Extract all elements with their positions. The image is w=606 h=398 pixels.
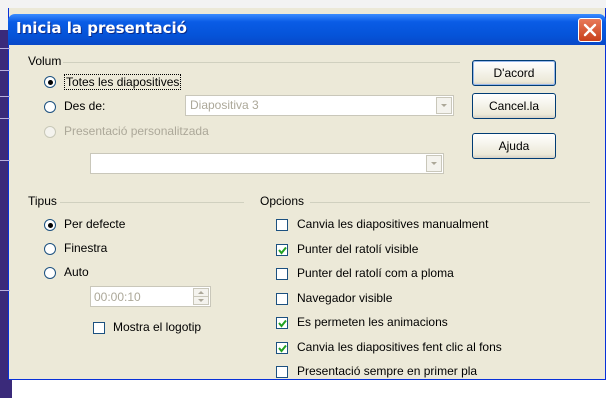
background-window-marks	[0, 0, 12, 398]
option-checkbox[interactable]	[276, 366, 288, 378]
from-slide-value: Diapositiva 3	[190, 98, 259, 112]
option-label[interactable]: Punter del ratolí com a ploma	[297, 266, 454, 280]
radio-from[interactable]	[44, 101, 56, 113]
tipus-group-label: Tipus	[26, 194, 59, 208]
radio-default[interactable]	[44, 219, 56, 231]
option-label[interactable]: Es permeten les animacions	[297, 315, 448, 329]
chevron-down-icon	[431, 162, 437, 165]
auto-time-value: 00:00:10	[94, 290, 141, 304]
option-checkbox[interactable]	[276, 317, 288, 329]
option-checkbox[interactable]	[276, 293, 288, 305]
all-slides-label[interactable]: Totes les diapositives	[64, 74, 182, 90]
volum-group-line	[62, 62, 460, 63]
option-label[interactable]: Punter del ratolí visible	[297, 242, 418, 256]
volum-group-label: Volum	[26, 54, 64, 68]
close-icon	[583, 23, 597, 37]
stepper-arrows-icon	[194, 291, 208, 302]
opcions-group-label: Opcions	[258, 194, 307, 208]
tipus-group-line	[60, 202, 244, 203]
from-label[interactable]: Des de:	[64, 99, 105, 113]
custom-show-label: Presentació personalitzada	[64, 124, 209, 138]
close-button[interactable]	[578, 18, 602, 42]
option-label[interactable]: Canvia les diapositives fent clic al fon…	[297, 340, 502, 354]
option-label[interactable]: Navegador visible	[297, 291, 392, 305]
help-button[interactable]: Ajuda	[472, 133, 556, 159]
default-label[interactable]: Per defecte	[64, 217, 125, 231]
show-logo-label[interactable]: Mostra el logotip	[113, 320, 201, 334]
radio-window[interactable]	[44, 243, 56, 255]
from-dropdown-button[interactable]	[436, 97, 452, 114]
chevron-down-icon	[441, 104, 447, 107]
option-label[interactable]: Presentació sempre en primer pla	[297, 364, 477, 378]
option-label[interactable]: Canvia les diapositives manualment	[297, 217, 488, 231]
window-label[interactable]: Finestra	[64, 241, 107, 255]
cancel-button[interactable]: Cancel.la	[472, 93, 556, 119]
stepper-buttons[interactable]	[193, 288, 209, 305]
option-checkbox[interactable]	[276, 244, 288, 256]
radio-auto[interactable]	[44, 267, 56, 279]
from-slide-dropdown[interactable]: Diapositiva 3	[185, 95, 454, 116]
radio-custom-show[interactable]	[44, 126, 56, 138]
radio-all-slides[interactable]	[44, 76, 56, 88]
option-checkbox[interactable]	[276, 342, 288, 354]
opcions-group-line	[310, 202, 590, 203]
option-checkbox[interactable]	[276, 219, 288, 231]
auto-time-stepper[interactable]: 00:00:10	[90, 286, 211, 307]
ok-button[interactable]: D'acord	[472, 60, 556, 86]
custom-dropdown-button[interactable]	[426, 155, 442, 172]
check-mark-icon	[278, 319, 287, 328]
check-mark-icon	[278, 344, 287, 353]
custom-show-dropdown[interactable]	[90, 153, 444, 174]
check-mark-icon	[278, 246, 287, 255]
dialog-title: Inicia la presentació	[16, 19, 187, 37]
auto-label[interactable]: Auto	[64, 265, 89, 279]
option-checkbox[interactable]	[276, 268, 288, 280]
show-logo-checkbox[interactable]	[93, 322, 105, 334]
